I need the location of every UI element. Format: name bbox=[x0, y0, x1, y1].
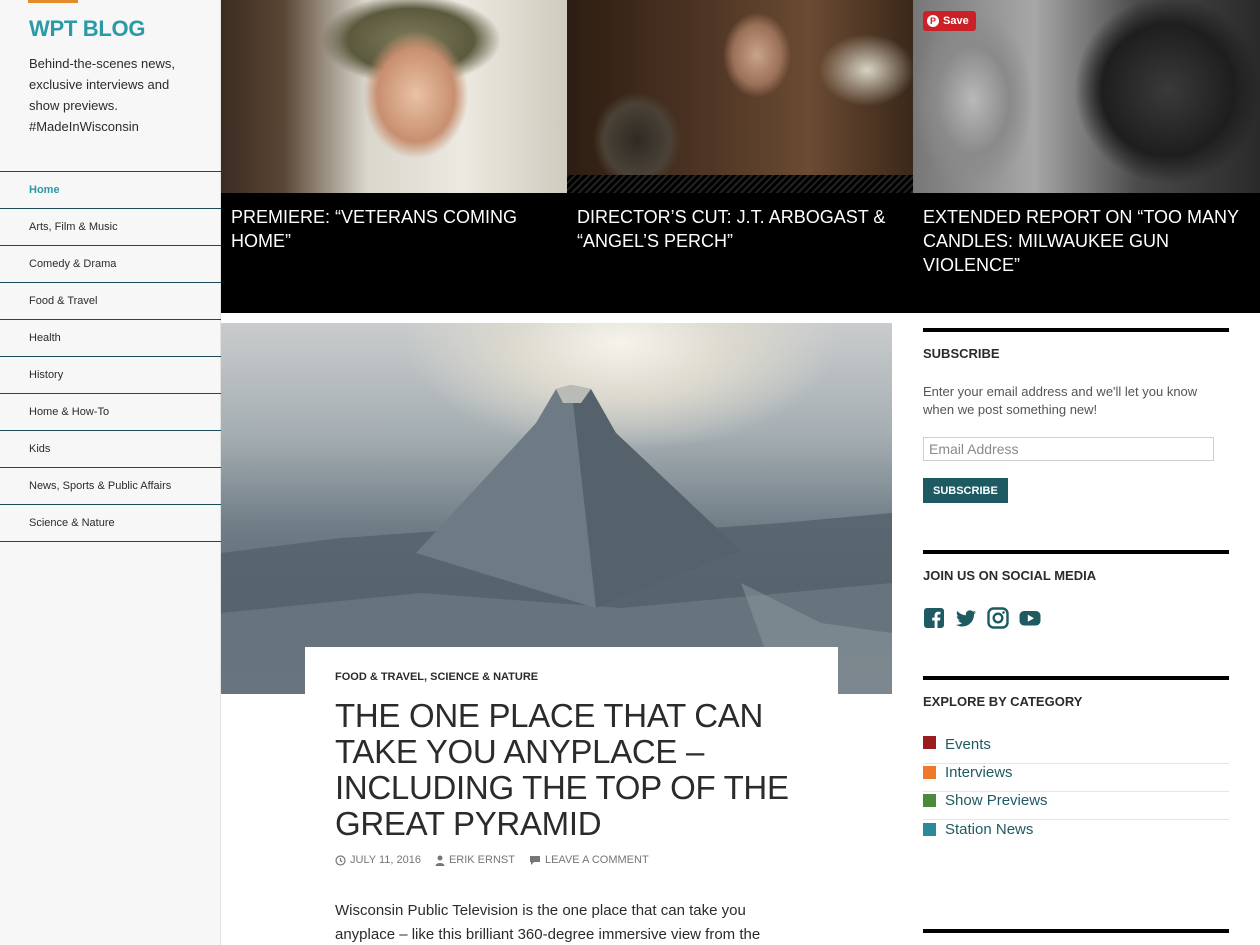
subscribe-widget: SUBSCRIBE Enter your email address and w… bbox=[923, 328, 1229, 503]
nav-item-kids[interactable]: Kids bbox=[0, 431, 221, 468]
leave-comment-label: LEAVE A COMMENT bbox=[544, 854, 649, 866]
nav-item-health[interactable]: Health bbox=[0, 320, 221, 357]
category-swatch bbox=[923, 794, 936, 807]
subscribe-text: Enter your email address and we'll let y… bbox=[923, 384, 1198, 417]
category-label: Interviews bbox=[945, 764, 1013, 781]
accent-bar bbox=[28, 0, 78, 3]
site-title[interactable]: WPT BLOG bbox=[29, 16, 145, 42]
pyramid-illustration bbox=[221, 385, 892, 694]
featured-title[interactable]: DIRECTOR’S CUT: J.T. ARBOGAST & “ANGEL’S… bbox=[577, 205, 902, 253]
post-date-link[interactable]: JULY 11, 2016 bbox=[335, 854, 421, 866]
category-label: Events bbox=[945, 736, 991, 753]
post-categories: FOOD & TRAVEL, SCIENCE & NATURE bbox=[335, 671, 808, 683]
instagram-icon[interactable] bbox=[987, 607, 1009, 629]
category-item-station-news[interactable]: Station News bbox=[923, 810, 1229, 848]
post-author-link[interactable]: ERIK ERNST bbox=[435, 854, 515, 866]
category-list: Events Interviews Show Previews Station … bbox=[923, 736, 1229, 848]
subscribe-heading: SUBSCRIBE bbox=[923, 346, 1000, 361]
featured-title[interactable]: EXTENDED REPORT ON “TOO MANY CANDLES: MI… bbox=[923, 205, 1248, 277]
pinterest-save-label: Save bbox=[943, 15, 969, 27]
subscribe-button[interactable]: SUBSCRIBE bbox=[923, 478, 1008, 503]
featured-content: PREMIERE: “VETERANS COMING HOME” DIRECTO… bbox=[221, 0, 1260, 313]
post-excerpt: Wisconsin Public Television is the one p… bbox=[335, 902, 761, 943]
category-heading: EXPLORE BY CATEGORY bbox=[923, 694, 1083, 709]
post-title[interactable]: THE ONE PLACE THAT CAN TAKE YOU ANYPLACE… bbox=[335, 698, 808, 842]
user-icon bbox=[435, 855, 445, 866]
pinterest-save-button[interactable]: P Save bbox=[923, 11, 976, 31]
nav-item-news-sports-public-affairs[interactable]: News, Sports & Public Affairs bbox=[0, 468, 221, 505]
featured-post-1[interactable]: PREMIERE: “VETERANS COMING HOME” bbox=[221, 0, 567, 313]
left-sidebar: WPT BLOG Behind-the-scenes news, exclusi… bbox=[0, 0, 221, 945]
nav-item-food-travel[interactable]: Food & Travel bbox=[0, 283, 221, 320]
post-date: JULY 11, 2016 bbox=[350, 854, 421, 866]
category-label: Show Previews bbox=[945, 792, 1048, 809]
category-swatch bbox=[923, 822, 936, 836]
pinterest-icon: P bbox=[927, 15, 939, 27]
social-heading: JOIN US ON SOCIAL MEDIA bbox=[923, 568, 1097, 583]
site-description: Behind-the-scenes news, exclusive interv… bbox=[29, 56, 175, 134]
nav-item-arts-film-music[interactable]: Arts, Film & Music bbox=[0, 209, 221, 246]
nav-item-science-nature[interactable]: Science & Nature bbox=[0, 505, 221, 542]
leave-comment-link[interactable]: LEAVE A COMMENT bbox=[529, 854, 649, 866]
next-widget-divider bbox=[923, 929, 1229, 945]
featured-post-3[interactable]: P Save EXTENDED REPORT ON “TOO MANY CAND… bbox=[913, 0, 1260, 313]
caption-stripe bbox=[567, 175, 913, 193]
nav-item-home[interactable]: Home bbox=[0, 172, 221, 209]
social-media-widget: JOIN US ON SOCIAL MEDIA bbox=[923, 550, 1229, 629]
primary-navigation: Home Arts, Film & Music Comedy & Drama F… bbox=[0, 171, 221, 542]
post-author: ERIK ERNST bbox=[448, 854, 515, 866]
social-icons bbox=[923, 607, 1229, 629]
nav-item-home-how-to[interactable]: Home & How-To bbox=[0, 394, 221, 431]
facebook-icon[interactable] bbox=[923, 607, 945, 629]
email-field[interactable] bbox=[923, 437, 1214, 461]
post-thumbnail-pyramid[interactable] bbox=[221, 323, 892, 694]
nav-item-comedy-drama[interactable]: Comedy & Drama bbox=[0, 246, 221, 283]
youtube-icon[interactable] bbox=[1019, 607, 1041, 629]
featured-image-soldier[interactable] bbox=[221, 0, 567, 193]
featured-image-conversation[interactable] bbox=[567, 0, 913, 193]
category-link-food-travel[interactable]: FOOD & TRAVEL bbox=[335, 671, 424, 683]
category-swatch bbox=[923, 766, 936, 779]
post-meta: JULY 11, 2016 ERIK ERNST LEAVE A COMMENT bbox=[335, 854, 808, 866]
nav-item-history[interactable]: History bbox=[0, 357, 221, 394]
category-swatch bbox=[923, 736, 936, 749]
twitter-icon[interactable] bbox=[955, 607, 977, 629]
post-entry: FOOD & TRAVEL, SCIENCE & NATURE THE ONE … bbox=[305, 647, 838, 945]
featured-post-2[interactable]: DIRECTOR’S CUT: J.T. ARBOGAST & “ANGEL’S… bbox=[567, 0, 913, 313]
category-link-science-nature[interactable]: SCIENCE & NATURE bbox=[430, 671, 538, 683]
clock-icon bbox=[335, 854, 346, 866]
explore-category-widget: EXPLORE BY CATEGORY Events Interviews Sh… bbox=[923, 676, 1229, 848]
featured-title[interactable]: PREMIERE: “VETERANS COMING HOME” bbox=[231, 205, 556, 253]
category-label: Station News bbox=[945, 820, 1034, 838]
comment-icon bbox=[529, 855, 540, 865]
